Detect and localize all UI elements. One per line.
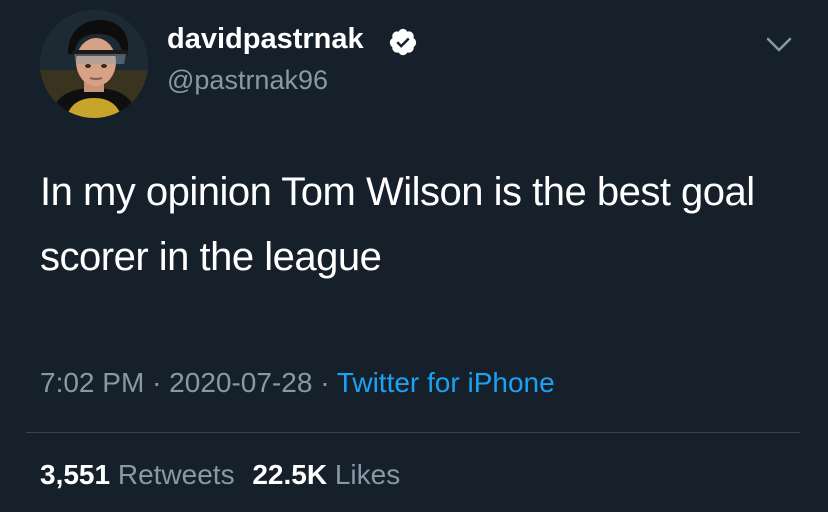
tweet-card: davidpastrnak @pastrnak96 In my opinion … <box>0 0 828 512</box>
tweet-time[interactable]: 7:02 PM <box>40 367 144 398</box>
meta-separator: · <box>152 367 162 398</box>
tweet-text: In my opinion Tom Wilson is the best goa… <box>40 170 755 279</box>
avatar[interactable] <box>40 10 148 118</box>
tweet-meta: 7:02 PM · 2020-07-28 · Twitter for iPhon… <box>40 363 555 403</box>
likes-stat[interactable]: 22.5K Likes <box>252 459 400 490</box>
avatar-image <box>40 10 148 118</box>
tweet-stats: 3,551 Retweets 22.5K Likes <box>40 455 400 495</box>
meta-separator: · <box>320 367 330 398</box>
divider <box>26 432 800 433</box>
tweet-source-link[interactable]: Twitter for iPhone <box>337 367 555 398</box>
user-handle[interactable]: @pastrnak96 <box>167 64 328 96</box>
likes-count: 22.5K <box>252 459 328 490</box>
display-name[interactable]: davidpastrnak <box>167 22 364 56</box>
chevron-down-icon[interactable] <box>764 33 794 57</box>
retweets-count: 3,551 <box>40 459 111 490</box>
verified-badge-icon <box>389 28 417 56</box>
tweet-date[interactable]: 2020-07-28 <box>169 367 312 398</box>
retweets-stat[interactable]: 3,551 Retweets <box>40 459 235 490</box>
retweets-label: Retweets <box>117 459 235 490</box>
likes-label: Likes <box>334 459 401 490</box>
